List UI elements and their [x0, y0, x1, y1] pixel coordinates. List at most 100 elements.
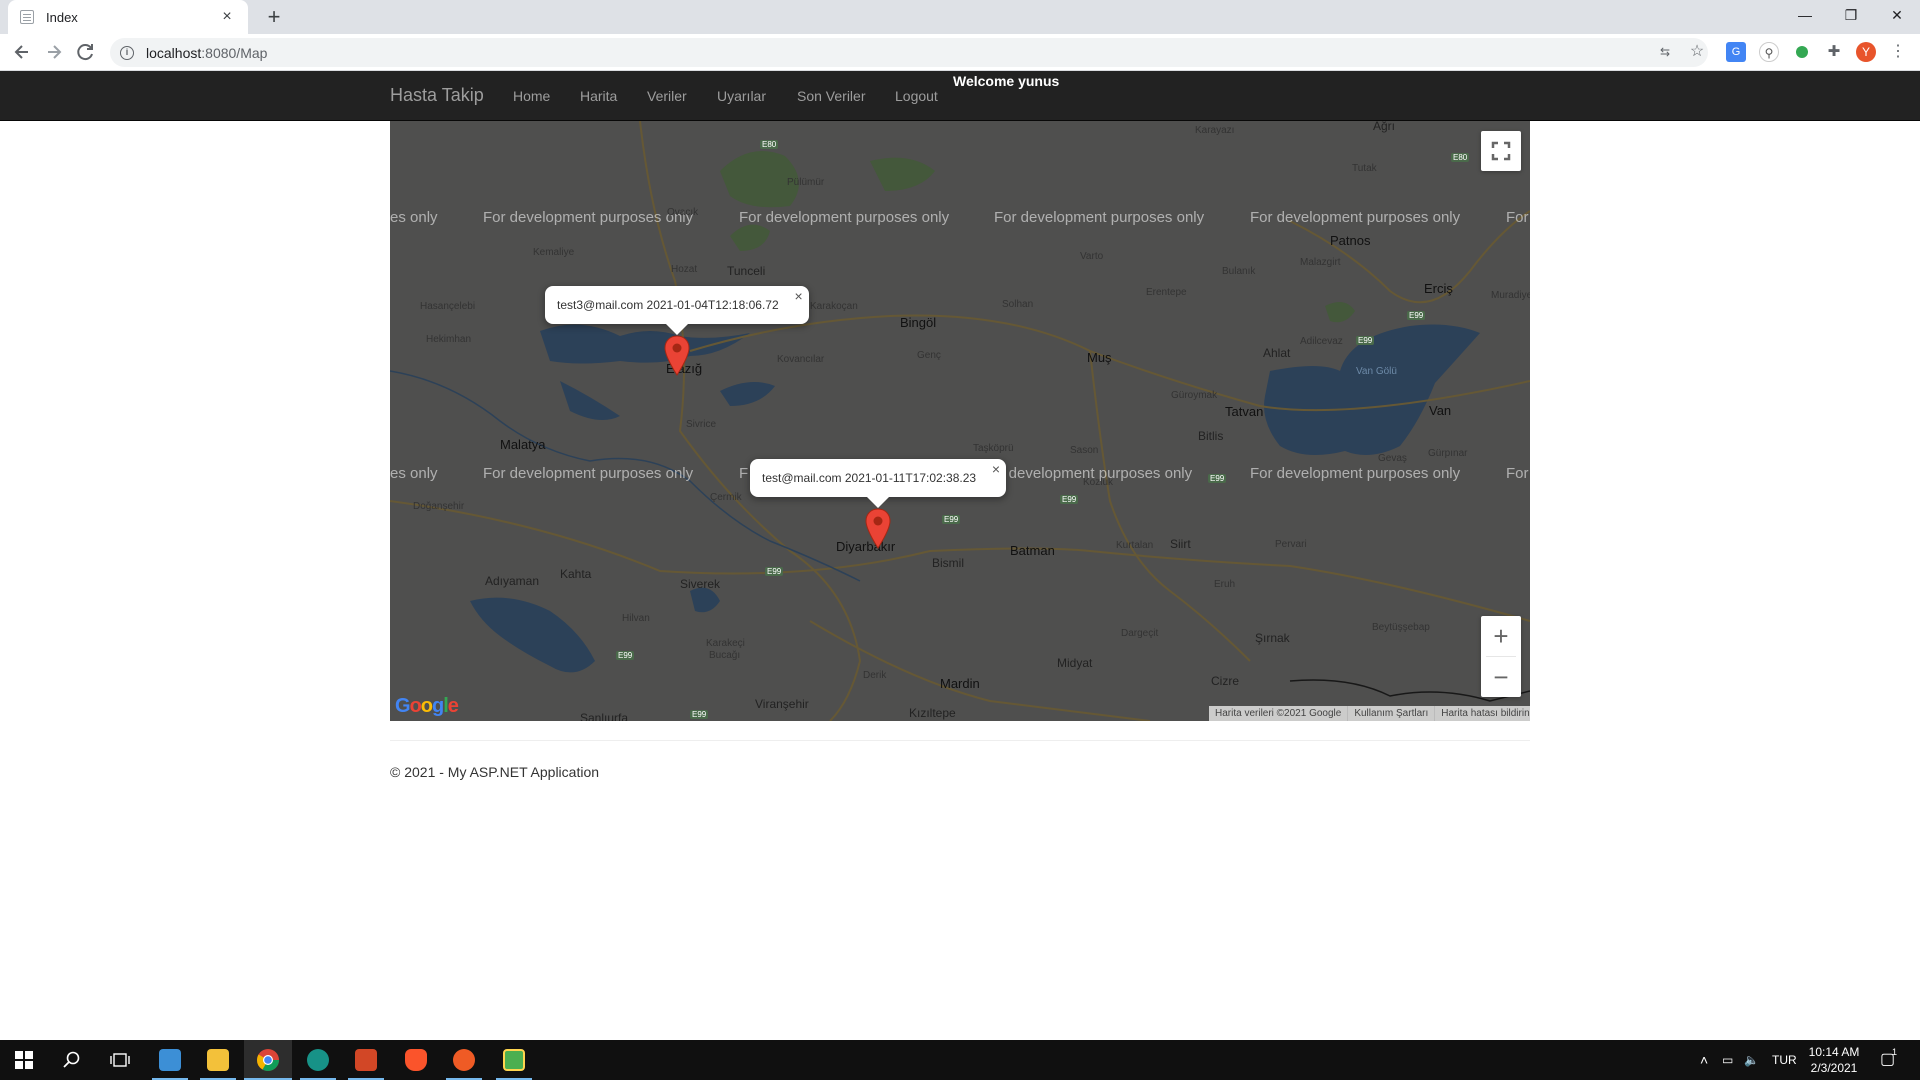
zoom-control: + −: [1481, 616, 1521, 697]
info-window-text: test3@mail.com 2021-01-04T12:18:06.72: [557, 298, 779, 312]
volume-icon[interactable]: 🔈: [1744, 1040, 1759, 1080]
site-info-icon[interactable]: i: [120, 45, 134, 60]
navbar-brand[interactable]: Hasta Takip: [390, 85, 484, 106]
place-label: Erciş: [1424, 281, 1453, 296]
browser-menu-icon[interactable]: ⋮: [1888, 42, 1908, 62]
place-label: Tatvan: [1225, 404, 1264, 419]
road-shield: E99: [1356, 336, 1375, 345]
google-logo[interactable]: Google: [395, 695, 459, 718]
network-icon[interactable]: ▭: [1722, 1040, 1733, 1080]
place-label: Hasançelebi: [420, 301, 476, 312]
gitkraken-app-icon[interactable]: [294, 1040, 342, 1080]
reload-icon[interactable]: [72, 38, 100, 66]
back-arrow-icon[interactable]: [8, 38, 36, 66]
place-label: Şanlıurfa: [580, 711, 629, 721]
tab-title: Index: [46, 9, 78, 25]
road-shield: E99: [616, 651, 635, 660]
nav-link-logout[interactable]: Logout: [895, 88, 938, 104]
window-minimize-button[interactable]: —: [1782, 0, 1828, 30]
profile-avatar[interactable]: Y: [1856, 42, 1876, 62]
url-host: localhost: [146, 44, 202, 61]
translate-icon[interactable]: ⇆: [1655, 42, 1675, 62]
window-close-button[interactable]: ✕: [1874, 0, 1920, 30]
browser-toolbar: i localhost:8080/Map ⇆ ☆ G ⚲ ✚ Y ⋮: [0, 34, 1920, 71]
windows-start-icon[interactable]: [0, 1040, 48, 1080]
info-window-close-icon[interactable]: ×: [794, 288, 802, 304]
extensions-puzzle-icon[interactable]: ✚: [1824, 42, 1844, 62]
clock-time: 10:14 AM: [1808, 1045, 1860, 1059]
place-label: Van Gölü: [1356, 366, 1397, 377]
watermark-text: For development purposes only: [739, 209, 950, 226]
input-language-indicator[interactable]: TUR: [1772, 1040, 1797, 1080]
marker-info-window: test3@mail.com 2021-01-04T12:18:06.72 ×: [545, 286, 809, 335]
place-label: Bitlis: [1198, 429, 1224, 443]
location-pin-extension-icon[interactable]: ⚲: [1759, 42, 1779, 62]
map-marker-pin-icon[interactable]: [864, 508, 892, 550]
address-bar[interactable]: i localhost:8080/Map: [110, 38, 1708, 67]
place-label: Pervari: [1275, 539, 1307, 550]
info-window-close-icon[interactable]: ×: [992, 461, 1000, 477]
fullscreen-button[interactable]: [1481, 131, 1521, 171]
place-label: Siirt: [1170, 537, 1191, 551]
place-label: Kozluk: [1083, 477, 1114, 488]
green-dot-extension-icon[interactable]: [1792, 42, 1812, 62]
place-label: Sivrice: [686, 419, 717, 430]
google-map[interactable]: es only For development purposes only Fo…: [390, 121, 1530, 721]
place-label: Kurtalan: [1116, 540, 1154, 551]
place-label: Erentepe: [1146, 287, 1187, 298]
place-label: Ovacık: [667, 207, 699, 218]
place-label: Mardin: [940, 676, 980, 691]
powerpoint-app-icon[interactable]: [342, 1040, 390, 1080]
info-window-text: test@mail.com 2021-01-11T17:02:38.23: [762, 471, 977, 485]
chrome-app-icon[interactable]: [244, 1040, 292, 1080]
place-label: Ağrı: [1373, 121, 1396, 133]
address-url: localhost:8080/Map: [146, 45, 267, 61]
road-shield: E80: [760, 140, 779, 149]
file-manager-app-icon[interactable]: [146, 1040, 194, 1080]
place-label: Muş: [1087, 350, 1112, 365]
zoom-out-button[interactable]: −: [1481, 657, 1521, 697]
report-map-error-link[interactable]: Harita hatası bildirin: [1435, 706, 1530, 721]
place-label: Pülümür: [787, 177, 825, 188]
watermark-text: For development purposes only: [483, 209, 694, 226]
task-view-icon[interactable]: [96, 1040, 144, 1080]
browser-tab[interactable]: Index ×: [8, 0, 248, 34]
new-tab-button[interactable]: +: [260, 4, 288, 30]
place-label: Malatya: [500, 437, 546, 452]
road-shield: E80: [1451, 153, 1470, 162]
place-label: Midyat: [1057, 656, 1093, 670]
forward-arrow-icon[interactable]: [40, 38, 68, 66]
place-label: Tutak: [1352, 163, 1377, 174]
notification-count-badge: 1: [1892, 1047, 1898, 1057]
map-marker-pin-icon[interactable]: [663, 335, 691, 377]
place-label: Hozat: [671, 264, 698, 275]
tray-chevron-up-icon[interactable]: ˄: [1700, 1040, 1708, 1080]
folder-app-icon[interactable]: [194, 1040, 242, 1080]
footer-divider: [390, 740, 1530, 741]
system-clock[interactable]: 10:14 AM 2/3/2021: [1806, 1044, 1862, 1076]
designer-app-icon[interactable]: [490, 1040, 538, 1080]
road-shield: E99: [942, 515, 961, 524]
nav-link-veriler[interactable]: Veriler: [647, 88, 687, 104]
window-restore-button[interactable]: ❐: [1828, 0, 1874, 30]
google-translate-extension-icon[interactable]: G: [1726, 42, 1746, 62]
nav-link-son-veriler[interactable]: Son Veriler: [797, 88, 865, 104]
watermark-text: For: [1506, 209, 1529, 226]
site-navbar: Hasta Takip Home Harita Veriler Uyarılar…: [0, 71, 1920, 121]
terms-of-use-link[interactable]: Kullanım Şartları: [1348, 706, 1436, 721]
place-label: Muradiye: [1491, 290, 1530, 301]
nav-link-uyarilar[interactable]: Uyarılar: [717, 88, 766, 104]
clock-date: 2/3/2021: [1810, 1061, 1858, 1075]
nav-link-home[interactable]: Home: [513, 88, 550, 104]
place-label: Kahta: [560, 567, 592, 581]
place-label: Patnos: [1330, 233, 1371, 248]
place-label: Doğanşehir: [413, 501, 465, 512]
postman-app-icon[interactable]: [440, 1040, 488, 1080]
place-label: Batman: [1010, 543, 1055, 558]
zoom-in-button[interactable]: +: [1481, 616, 1521, 656]
tab-close-icon[interactable]: ×: [218, 8, 236, 26]
bookmark-star-icon[interactable]: ☆: [1687, 42, 1707, 62]
nav-link-harita[interactable]: Harita: [580, 88, 617, 104]
search-icon[interactable]: [48, 1040, 96, 1080]
brave-app-icon[interactable]: [392, 1040, 440, 1080]
